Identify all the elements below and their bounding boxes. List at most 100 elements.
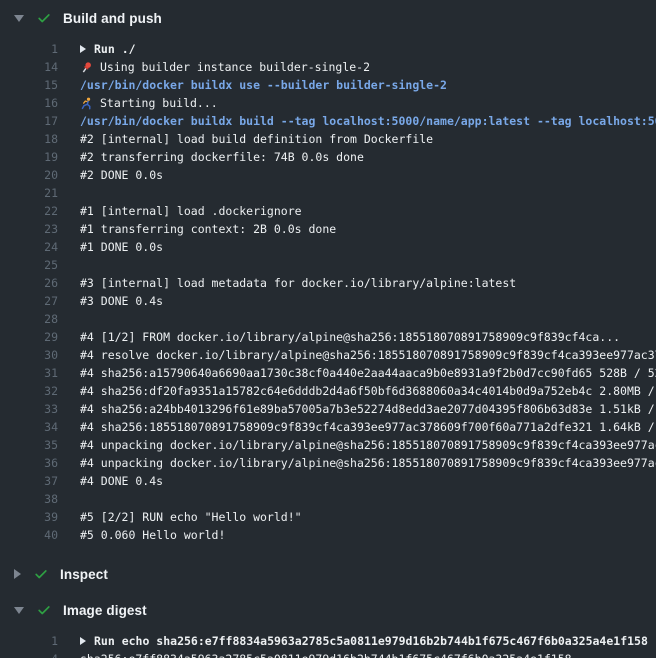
line-number[interactable]: 1 bbox=[0, 632, 58, 650]
line-text: #5 [2/2] RUN echo "Hello world!" bbox=[80, 508, 302, 526]
line-number[interactable]: 32 bbox=[0, 382, 58, 400]
line-text: #4 resolve docker.io/library/alpine@sha2… bbox=[80, 346, 656, 364]
expand-chevron-icon[interactable] bbox=[80, 45, 86, 53]
section-title: Build and push bbox=[63, 11, 162, 26]
line-content: #4 [1/2] FROM docker.io/library/alpine@s… bbox=[80, 328, 620, 346]
line-number[interactable]: 16 bbox=[0, 94, 58, 112]
line-number[interactable]: 29 bbox=[0, 328, 58, 346]
line-text: #2 [internal] load build definition from… bbox=[80, 130, 433, 148]
line-content: #4 sha256:185518070891758909c9f839cf4ca3… bbox=[80, 418, 656, 436]
check-icon bbox=[37, 11, 51, 25]
log-line: 17 /usr/bin/docker buildx build --tag lo… bbox=[0, 112, 656, 130]
line-text: #4 unpacking docker.io/library/alpine@sh… bbox=[80, 436, 656, 454]
log-line: 34 #4 sha256:185518070891758909c9f839cf4… bbox=[0, 418, 656, 436]
section-header-build-and-push[interactable]: Build and push bbox=[0, 0, 656, 36]
line-text: Run ./ bbox=[94, 40, 136, 58]
log-section: Inspect bbox=[0, 556, 656, 592]
log-line: 29 #4 [1/2] FROM docker.io/library/alpin… bbox=[0, 328, 656, 346]
line-number[interactable]: 23 bbox=[0, 220, 58, 238]
log-line: 32 #4 sha256:df20fa9351a15782c64e6dddb2d… bbox=[0, 382, 656, 400]
log-line: 15 /usr/bin/docker buildx use --builder … bbox=[0, 76, 656, 94]
line-number[interactable]: 27 bbox=[0, 292, 58, 310]
line-content: #2 DONE 0.0s bbox=[80, 166, 163, 184]
line-content: #4 DONE 0.4s bbox=[80, 472, 163, 490]
line-content: Run ./ bbox=[80, 40, 136, 58]
log-line: 35 #4 unpacking docker.io/library/alpine… bbox=[0, 436, 656, 454]
line-number[interactable]: 35 bbox=[0, 436, 58, 454]
line-text: #1 [internal] load .dockerignore bbox=[80, 202, 302, 220]
line-text: #1 DONE 0.0s bbox=[80, 238, 163, 256]
runner-icon bbox=[80, 97, 93, 110]
log-line: 28 bbox=[0, 310, 656, 328]
log-line: 26 #3 [internal] load metadata for docke… bbox=[0, 274, 656, 292]
section-lines: 1 Run ./ 14 Using builder instance build… bbox=[0, 36, 656, 556]
line-content: #3 [internal] load metadata for docker.i… bbox=[80, 274, 516, 292]
line-content: #1 DONE 0.0s bbox=[80, 238, 163, 256]
log-line: 19 #2 transferring dockerfile: 74B 0.0s … bbox=[0, 148, 656, 166]
line-content: Run echo sha256:e7ff8834a5963a2785c5a081… bbox=[80, 632, 648, 650]
line-text: #2 transferring dockerfile: 74B 0.0s don… bbox=[80, 148, 364, 166]
line-number[interactable]: 38 bbox=[0, 490, 58, 508]
line-text: #2 DONE 0.0s bbox=[80, 166, 163, 184]
line-number[interactable]: 26 bbox=[0, 274, 58, 292]
triangle-right-icon[interactable] bbox=[14, 569, 21, 579]
line-number[interactable]: 40 bbox=[0, 526, 58, 544]
line-number[interactable]: 25 bbox=[0, 256, 58, 274]
line-content: Using builder instance builder-single-2 bbox=[80, 58, 370, 76]
section-title: Image digest bbox=[63, 603, 147, 618]
log-line: 25 bbox=[0, 256, 656, 274]
line-text: #3 [internal] load metadata for docker.i… bbox=[80, 274, 516, 292]
line-text: #4 DONE 0.4s bbox=[80, 472, 163, 490]
section-header-image-digest[interactable]: Image digest bbox=[0, 592, 656, 628]
line-number[interactable]: 15 bbox=[0, 76, 58, 94]
line-number[interactable]: 37 bbox=[0, 472, 58, 490]
line-content: #1 transferring context: 2B 0.0s done bbox=[80, 220, 336, 238]
line-number[interactable]: 19 bbox=[0, 148, 58, 166]
log-line: 1 Run ./ bbox=[0, 40, 656, 58]
line-number[interactable]: 17 bbox=[0, 112, 58, 130]
log-line: 16 Starting build... bbox=[0, 94, 656, 112]
triangle-down-icon[interactable] bbox=[14, 607, 24, 614]
line-number[interactable]: 20 bbox=[0, 166, 58, 184]
section-header-inspect[interactable]: Inspect bbox=[0, 556, 656, 592]
line-content: #5 [2/2] RUN echo "Hello world!" bbox=[80, 508, 302, 526]
line-text: #4 sha256:df20fa9351a15782c64e6dddb2d4a6… bbox=[80, 382, 656, 400]
line-number[interactable]: 24 bbox=[0, 238, 58, 256]
line-number[interactable]: 33 bbox=[0, 400, 58, 418]
expand-chevron-icon[interactable] bbox=[80, 637, 86, 645]
line-content: #2 [internal] load build definition from… bbox=[80, 130, 433, 148]
line-number[interactable]: 4 bbox=[0, 650, 58, 658]
line-number[interactable]: 31 bbox=[0, 364, 58, 382]
log-line: 38 bbox=[0, 490, 656, 508]
line-number[interactable]: 1 bbox=[0, 40, 58, 58]
triangle-down-icon[interactable] bbox=[14, 15, 24, 22]
line-text: /usr/bin/docker buildx use --builder bui… bbox=[80, 76, 447, 94]
line-number[interactable]: 36 bbox=[0, 454, 58, 472]
line-number[interactable]: 30 bbox=[0, 346, 58, 364]
line-text: Run echo sha256:e7ff8834a5963a2785c5a081… bbox=[94, 632, 648, 650]
log-line: 33 #4 sha256:a24bb4013296f61e89ba57005a7… bbox=[0, 400, 656, 418]
log-line: 23 #1 transferring context: 2B 0.0s done bbox=[0, 220, 656, 238]
log-line: 39 #5 [2/2] RUN echo "Hello world!" bbox=[0, 508, 656, 526]
line-text: #5 0.060 Hello world! bbox=[80, 526, 225, 544]
line-number[interactable]: 28 bbox=[0, 310, 58, 328]
line-content: #2 transferring dockerfile: 74B 0.0s don… bbox=[80, 148, 364, 166]
line-content: sha256:e7ff8834a5963a2785c5a0811e979d16b… bbox=[80, 650, 572, 658]
line-text: #3 DONE 0.4s bbox=[80, 292, 163, 310]
line-number[interactable]: 34 bbox=[0, 418, 58, 436]
check-icon bbox=[34, 567, 48, 581]
line-number[interactable]: 14 bbox=[0, 58, 58, 76]
line-content: #4 unpacking docker.io/library/alpine@sh… bbox=[80, 454, 656, 472]
line-number[interactable]: 18 bbox=[0, 130, 58, 148]
line-number[interactable]: 22 bbox=[0, 202, 58, 220]
log-line: 24 #1 DONE 0.0s bbox=[0, 238, 656, 256]
line-content: Starting build... bbox=[80, 94, 218, 112]
line-content: #3 DONE 0.4s bbox=[80, 292, 163, 310]
log-line: 4 sha256:e7ff8834a5963a2785c5a0811e979d1… bbox=[0, 650, 656, 658]
log-section: Image digest 1 Run echo sha256:e7ff8834a… bbox=[0, 592, 656, 658]
actions-log-viewer: Build and push 1 Run ./ 14 Using builder… bbox=[0, 0, 656, 658]
line-number[interactable]: 21 bbox=[0, 184, 58, 202]
line-content: /usr/bin/docker buildx build --tag local… bbox=[80, 112, 656, 130]
section-title: Inspect bbox=[60, 567, 108, 582]
line-number[interactable]: 39 bbox=[0, 508, 58, 526]
